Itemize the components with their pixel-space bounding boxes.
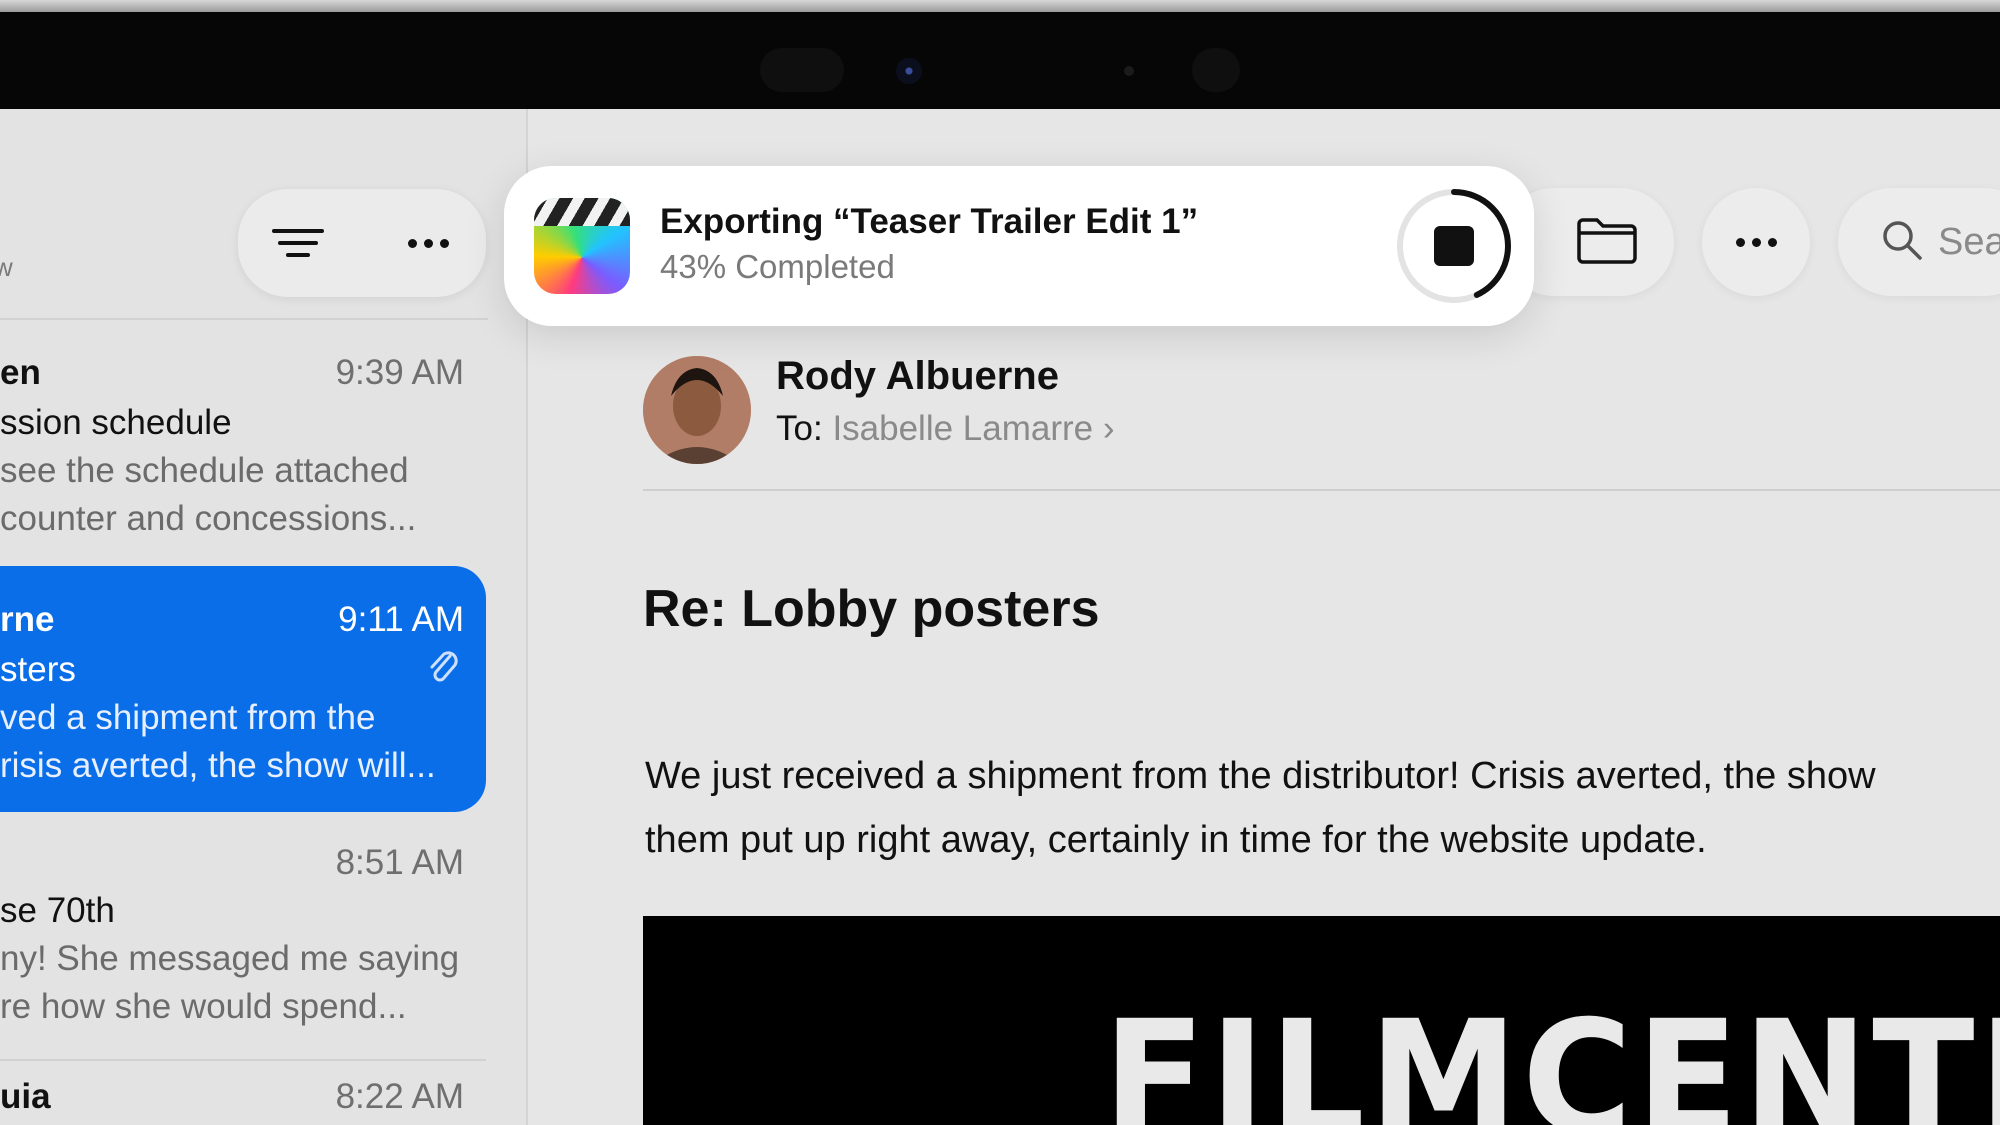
message-subject: se 70th: [0, 891, 115, 930]
paperclip-icon: [426, 646, 460, 686]
ellipsis-icon: [1735, 237, 1777, 247]
list-divider: [0, 318, 488, 320]
message-subject-title: Re: Lobby posters: [643, 580, 1100, 638]
message-sender: rne: [0, 600, 55, 639]
search-icon: [1880, 218, 1924, 267]
message-body-line: them put up right away, certainly in tim…: [645, 819, 1707, 861]
avatar[interactable]: [643, 356, 751, 464]
device-bezel: [0, 12, 2000, 109]
notification-title: Exporting “Teaser Trailer Edit 1”: [660, 202, 1199, 241]
message-preview: see the schedule attached: [0, 451, 409, 490]
message-preview: ved a shipment from the: [0, 698, 376, 737]
more-button[interactable]: [1702, 188, 1810, 296]
sensor-pill: [760, 48, 844, 92]
list-item[interactable]: uia 8:22 AM: [0, 1069, 486, 1125]
list-item-selected[interactable]: rne 9:11 AM sters ved a shipment from th…: [0, 566, 486, 812]
filter-icon[interactable]: [270, 217, 326, 269]
message-subject: sters: [0, 650, 76, 689]
poster-image[interactable]: FILMCENTER: [643, 916, 2000, 1125]
chevron-right-icon: ›: [1102, 409, 1115, 448]
export-notification[interactable]: Exporting “Teaser Trailer Edit 1” 43% Co…: [504, 166, 1534, 326]
sidebar-toolbar: [238, 189, 486, 297]
poster-logo-text: FILMCENTER: [1103, 987, 2000, 1125]
list-divider: [0, 1059, 486, 1061]
stop-export-button[interactable]: [1392, 184, 1516, 308]
sender-name[interactable]: Rody Albuerne: [776, 354, 1059, 399]
camera-lens: [896, 58, 922, 84]
clapper-stripes: [534, 198, 630, 226]
message-preview: ny! She messaged me saying: [0, 939, 460, 978]
message-time: 9:11 AM: [338, 600, 464, 639]
sidebar-fragment-text: w: [0, 252, 13, 282]
notification-progress-text: 43% Completed: [660, 248, 895, 285]
search-field[interactable]: Sea: [1838, 188, 2000, 296]
list-item[interactable]: en 9:39 AM ssion schedule see the schedu…: [0, 333, 486, 538]
mail-window: w en 9:39 AM ssion schedule see the sche…: [0, 109, 2000, 1125]
recipient-line[interactable]: To: Isabelle Lamarre ›: [776, 409, 1115, 449]
message-list-sidebar: w en 9:39 AM ssion schedule see the sche…: [0, 109, 526, 1125]
message-preview: counter and concessions...: [0, 499, 417, 538]
message-preview: re how she would spend...: [0, 987, 407, 1026]
message-body-line: We just received a shipment from the dis…: [645, 755, 1876, 797]
stop-icon: [1397, 189, 1511, 303]
header-divider: [643, 489, 2000, 491]
message-sender: en: [0, 353, 41, 392]
device-bezel-top: [0, 0, 2000, 12]
message-time: 8:51 AM: [335, 843, 464, 882]
message-sender: uia: [0, 1077, 51, 1116]
message-subject: ssion schedule: [0, 403, 232, 442]
final-cut-pro-icon: [534, 198, 630, 294]
sensor-dot: [1124, 66, 1134, 76]
message-time: 8:22 AM: [335, 1077, 464, 1116]
list-item[interactable]: 8:51 AM se 70th ny! She messaged me sayi…: [0, 833, 486, 1063]
sensor-pill: [1192, 48, 1240, 92]
message-time: 9:39 AM: [335, 353, 464, 392]
ellipsis-icon[interactable]: [408, 239, 449, 248]
folder-icon: [1576, 216, 1638, 269]
message-preview: risis averted, the show will...: [0, 746, 436, 785]
to-label: To:: [776, 409, 823, 448]
recipient-name: Isabelle Lamarre: [832, 409, 1094, 448]
search-placeholder: Sea: [1938, 220, 2000, 263]
